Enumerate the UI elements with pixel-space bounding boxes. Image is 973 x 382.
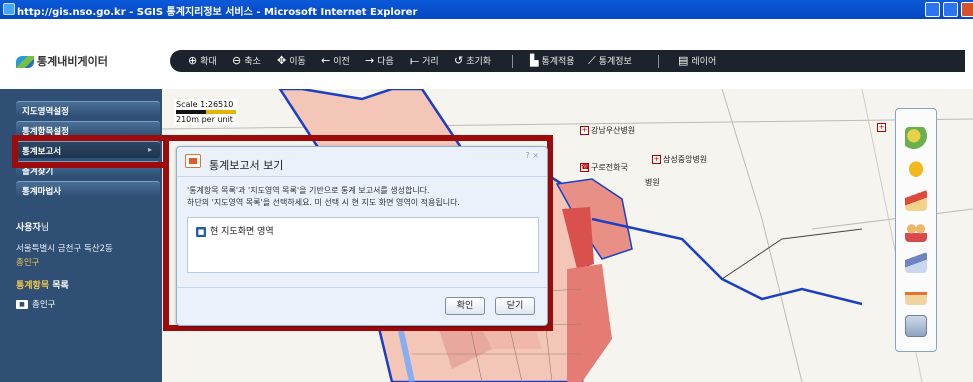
ruler-icon: ⟝ — [410, 54, 420, 67]
hospital-icon: + — [652, 155, 661, 164]
confirm-button[interactable]: 확인 — [445, 297, 485, 315]
list-item-current-screen[interactable]: ■ 현 지도화면 영역 — [196, 224, 274, 237]
sidebar-item-map-area[interactable]: 지도영역설정 — [16, 101, 160, 118]
dialog-controls[interactable]: ? × — [526, 151, 540, 160]
map-scale: Scale 1:26510 210m per unit — [174, 99, 238, 125]
line-chart-icon: ⟋ — [588, 54, 596, 67]
prev-tool[interactable]: ← 이전 — [321, 54, 350, 67]
poi-hospital-2[interactable]: + 삼성중앙병원 — [652, 154, 707, 165]
logo-mark-icon — [16, 56, 34, 68]
app-logo[interactable]: 통계내비게이터 — [16, 53, 108, 69]
refresh-icon: ↺ — [454, 54, 464, 67]
chevron-right-icon: ▸ — [147, 145, 152, 154]
building-icon[interactable] — [905, 251, 927, 273]
item-bullet-icon: ■ — [196, 226, 206, 237]
dialog-title: 통계보고서 보기 — [209, 159, 284, 172]
family-icon[interactable] — [905, 220, 927, 242]
browser-icon — [3, 3, 15, 15]
poi-hospital-3[interactable]: 병원 — [645, 177, 660, 188]
dialog-titlebar: 통계보고서 보기 ? × — [177, 147, 547, 177]
store-icon[interactable] — [905, 283, 927, 305]
map-area-list[interactable]: ■ 현 지도화면 영역 — [187, 217, 539, 273]
layer-tool[interactable]: ▤ 레이어 — [678, 54, 716, 67]
stats-info-tool[interactable]: ⟋ 통계정보 — [588, 54, 632, 68]
close-window-button[interactable] — [961, 2, 973, 17]
dialog-description: '통계항목 목록'과 '지도영역 목록'을 기반으로 통계 보고서를 생성합니다… — [187, 186, 460, 207]
stat-list-item[interactable]: ■ 총인구 — [16, 298, 55, 310]
pan-tool[interactable]: ✥ 이동 — [277, 54, 306, 67]
poi-telecom[interactable]: ☎구로전화국 — [580, 162, 628, 173]
sidebar-item-stat-wizard[interactable]: 통계마법사 — [16, 181, 160, 198]
user-address: 서울특별시 금천구 독산2동 — [16, 244, 113, 254]
list-bullet-icon: ■ — [16, 300, 28, 309]
logo-text: 통계내비게이터 — [37, 55, 108, 68]
apply-stats-tool[interactable]: ▙ 통계적용 — [530, 54, 575, 67]
layer-icon: ▤ — [678, 54, 689, 67]
dialog-footer: 확인 닫기 — [177, 287, 547, 325]
window-title: http://gis.nso.go.kr - SGIS 통계지리정보 서비스 -… — [17, 7, 418, 18]
house-icon[interactable] — [905, 189, 927, 211]
hospital-icon: + — [877, 123, 886, 132]
move-icon: ✥ — [277, 54, 287, 67]
stat-report-dialog: 통계보고서 보기 ? × '통계항목 목록'과 '지도영역 목록'을 기반으로 … — [176, 146, 548, 326]
zoom-out-icon: ⊖ — [232, 54, 242, 67]
arrow-right-icon: → — [365, 54, 375, 67]
nature-icon[interactable] — [905, 127, 927, 149]
arrow-left-icon: ← — [321, 54, 331, 67]
zoom-in-tool[interactable]: ⊕ 확대 — [188, 54, 217, 67]
poi-hospital-1[interactable]: + 강남우산병원 — [580, 125, 635, 136]
user-stat-area: 총인구 — [16, 258, 40, 268]
distance-tool[interactable]: ⟝ 거리 — [410, 54, 439, 68]
close-button[interactable]: 닫기 — [495, 297, 535, 315]
layer-icon-panel — [895, 108, 937, 352]
zoom-out-tool[interactable]: ⊖ 축소 — [232, 54, 261, 67]
user-info: 사용자님 서울특별시 금천구 독산2동 총인구 — [16, 220, 160, 268]
user-name: 사용자님 — [16, 223, 50, 233]
report-icon — [185, 154, 201, 168]
next-tool[interactable]: → 다음 — [365, 54, 394, 67]
toolbar-divider — [512, 55, 513, 68]
map-toolbar: ⊕ 확대 ⊖ 축소 ✥ 이동 ← 이전 → 다음 ⟝ 거리 ↺ 초기화 ▙ 통계적용 ⟋ 통계정보… — [170, 50, 965, 72]
sidebar-item-stat-report[interactable]: 통계보고서 ▸ — [16, 141, 160, 158]
window-titlebar: http://gis.nso.go.kr - SGIS 통계지리정보 서비스 -… — [0, 0, 973, 19]
scale-bar — [176, 110, 236, 114]
sidebar: 지도영역설정 통계항목설정 통계보고서 ▸ 즐겨찾기 통계마법사 사용자님 서울특… — [0, 89, 162, 382]
person-icon[interactable] — [905, 157, 927, 179]
toolbar-divider — [658, 55, 659, 68]
minimize-button[interactable] — [925, 2, 940, 17]
app-header: 통계내비게이터 ⊕ 확대 ⊖ 축소 ✥ 이동 ← 이전 → 다음 ⟝ 거리 ↺ 초기화 ▙ 통계… — [0, 19, 973, 89]
sidebar-item-stat-items[interactable]: 통계항목설정 — [16, 121, 160, 138]
maximize-button[interactable] — [943, 2, 958, 17]
reset-tool[interactable]: ↺ 초기화 — [454, 54, 491, 67]
telephone-icon: ☎ — [580, 163, 590, 172]
hospital-icon: + — [580, 126, 589, 135]
sidebar-item-favorites[interactable]: 즐겨찾기 — [16, 161, 160, 178]
stat-list-title: 통계항목 목록 — [16, 281, 69, 291]
zoom-in-icon: ⊕ — [188, 54, 198, 67]
bar-chart-icon: ▙ — [530, 54, 539, 67]
poi-marker[interactable]: + — [877, 123, 888, 132]
office-icon[interactable] — [905, 315, 927, 337]
